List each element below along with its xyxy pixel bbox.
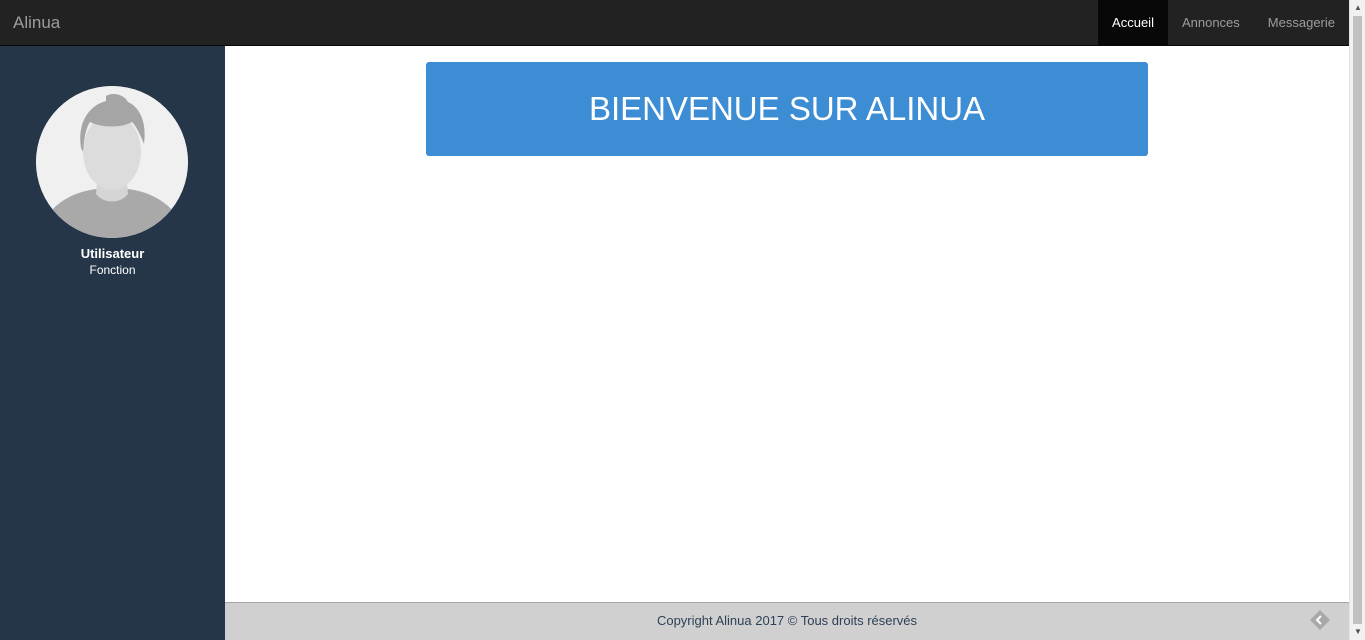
diamond-arrow-icon[interactable] — [1309, 609, 1331, 631]
copyright-text: Copyright Alinua 2017 © Tous droits rése… — [656, 613, 918, 628]
scroll-down-arrow-icon[interactable]: ▼ — [1350, 624, 1365, 640]
nav-item-accueil[interactable]: Accueil — [1098, 0, 1168, 45]
scroll-thumb[interactable] — [1353, 16, 1362, 624]
nav-item-annonces[interactable]: Annonces — [1168, 0, 1254, 45]
vertical-scrollbar[interactable]: ▲ ▼ — [1349, 0, 1365, 640]
welcome-banner: BIENVENUE SUR ALINUA — [426, 62, 1148, 156]
top-navbar: Alinua Accueil Annonces Messagerie — [0, 0, 1349, 46]
main-content: BIENVENUE SUR ALINUA — [225, 46, 1349, 602]
brand-link[interactable]: Alinua — [13, 13, 60, 33]
user-name: Utilisateur — [80, 246, 145, 261]
user-role: Fonction — [89, 263, 136, 277]
sidebar: Utilisateur Fonction — [0, 46, 225, 640]
nav-item-messagerie[interactable]: Messagerie — [1254, 0, 1349, 45]
nav-menu: Accueil Annonces Messagerie — [1098, 0, 1349, 45]
user-silhouette-icon — [36, 86, 188, 238]
scroll-up-arrow-icon[interactable]: ▲ — [1350, 0, 1365, 16]
footer: Copyright Alinua 2017 © Tous droits rése… — [225, 602, 1349, 640]
